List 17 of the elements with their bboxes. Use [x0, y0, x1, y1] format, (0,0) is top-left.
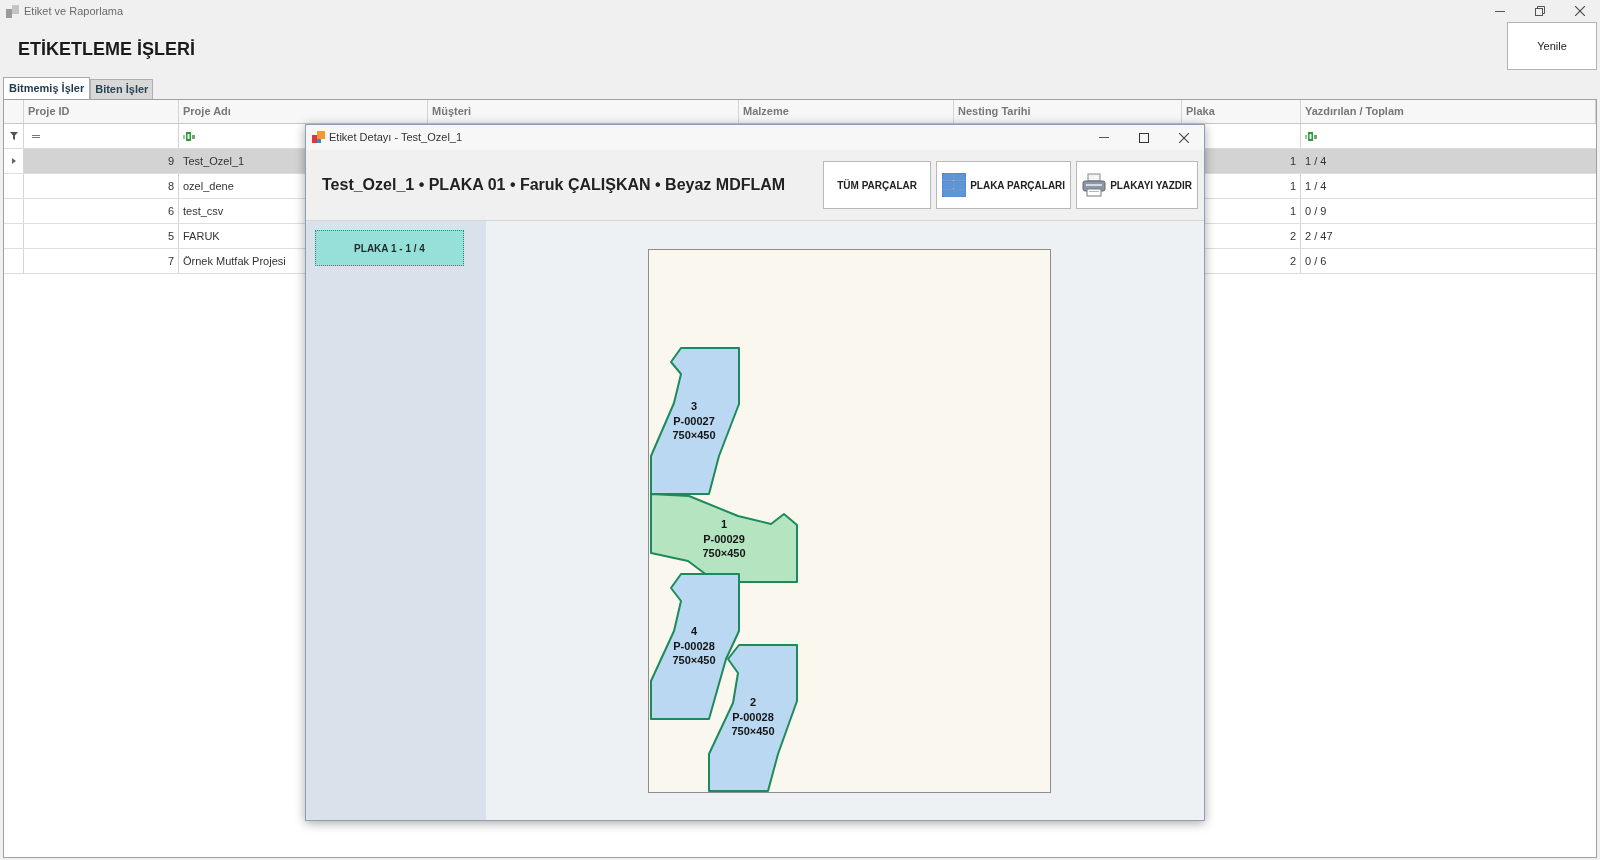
part-label: 4 P-00028 750×450	[672, 625, 716, 666]
table-cell: 6	[24, 199, 179, 223]
table-cell-text: 1 / 4	[1304, 153, 1328, 169]
part-label: 2 P-00028 750×450	[731, 696, 775, 737]
table-cell-text: 0 / 9	[1304, 203, 1328, 219]
page-heading: ETİKETLEME İŞLERİ	[18, 38, 195, 61]
table-cell-text: 1 / 4	[1304, 178, 1328, 194]
table-cell-text: 0 / 6	[1304, 253, 1328, 269]
part-label: 1 P-00029 750×450	[702, 518, 746, 559]
table-cell: 5	[24, 224, 179, 248]
table-cell: 8	[24, 174, 179, 198]
table-cell-text: 2 / 47	[1304, 228, 1334, 244]
dialog-title: Etiket Detayı - Test_Ozel_1	[329, 130, 463, 146]
table-cell: 9	[24, 149, 179, 173]
window-title: Etiket ve Raporlama	[24, 3, 124, 19]
table-cell: 7	[24, 249, 179, 273]
part-label: 3 P-00027 750×450	[672, 400, 716, 441]
